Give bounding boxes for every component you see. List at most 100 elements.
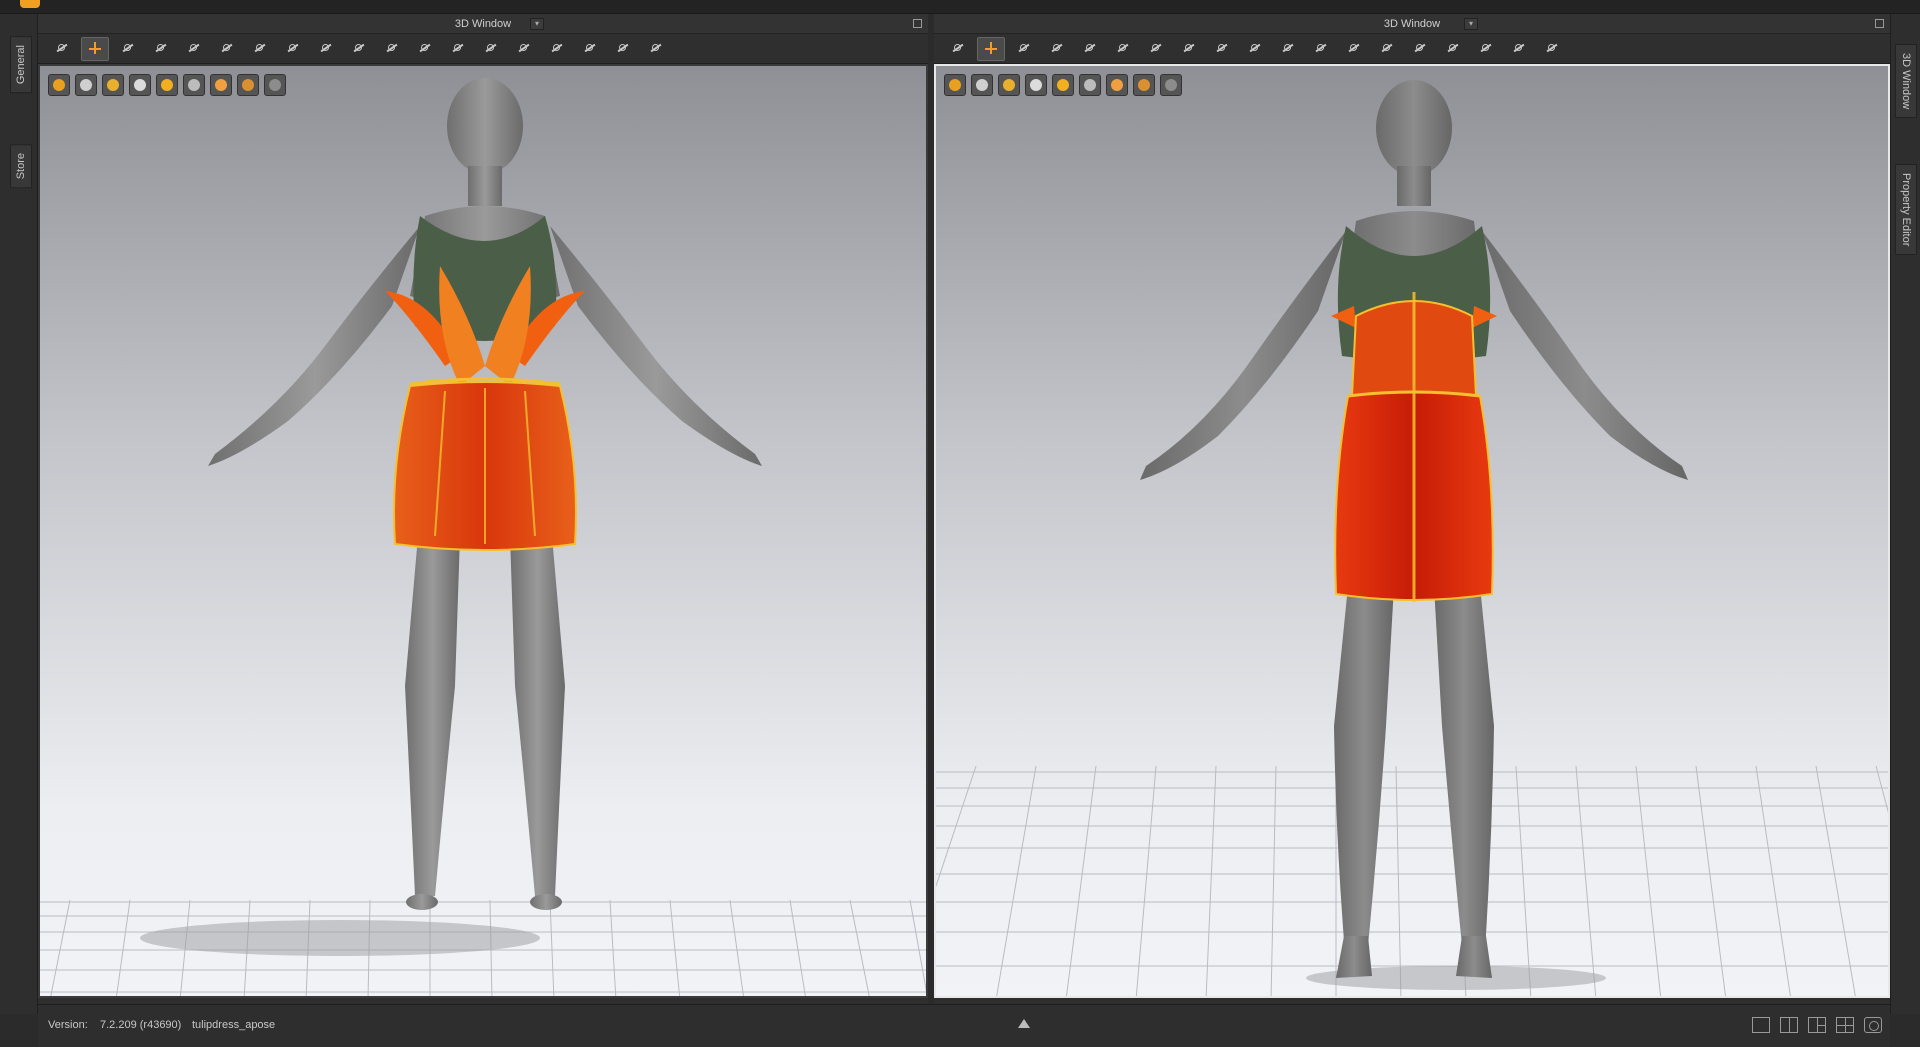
zipper-icon[interactable] <box>1373 37 1401 61</box>
puckering-icon[interactable] <box>1307 37 1335 61</box>
undock-icon[interactable] <box>913 19 922 28</box>
tool-glyph <box>351 42 367 56</box>
right-tab-rail: 3D Window Property Editor <box>1890 14 1920 1014</box>
tab-store[interactable]: Store <box>10 144 32 189</box>
arrangement-icon[interactable] <box>246 37 274 61</box>
tool-glyph <box>1478 42 1494 56</box>
viewport-title-bar: 3D Window ▾ <box>38 14 928 34</box>
move-icon[interactable] <box>977 36 1005 61</box>
tool-glyph <box>186 42 202 56</box>
tab-3d-window[interactable]: 3D Window <box>1895 44 1917 119</box>
3d-canvas[interactable] <box>38 64 928 998</box>
measure-icon[interactable] <box>609 37 637 61</box>
tool-glyph <box>1148 42 1164 56</box>
floor-shadow <box>140 920 540 956</box>
tool-glyph <box>1082 42 1098 56</box>
scene-front <box>40 78 926 996</box>
move-icon[interactable] <box>81 36 109 61</box>
tool-glyph <box>950 42 966 56</box>
version-value: 7.2.209 (r43690) <box>100 1019 182 1031</box>
chevron-down-icon[interactable]: ▾ <box>1464 18 1478 30</box>
tool-glyph <box>1511 42 1527 56</box>
arrangement-icon[interactable] <box>1142 37 1170 61</box>
layout-switcher <box>1752 1017 1882 1033</box>
viewport-title: 3D Window <box>1383 18 1441 30</box>
settings-view-icon[interactable] <box>1864 1017 1882 1033</box>
transform-pattern-icon[interactable] <box>1010 37 1038 61</box>
viewport-title: 3D Window <box>454 18 512 30</box>
3d-canvas[interactable] <box>934 64 1890 998</box>
floor-grid <box>936 765 1888 996</box>
tab-general[interactable]: General <box>10 36 32 94</box>
button-icon[interactable] <box>444 37 472 61</box>
chevron-down-icon[interactable]: ▾ <box>530 18 544 30</box>
split-icon[interactable] <box>576 37 604 61</box>
tool-glyph <box>252 42 268 56</box>
elastic-icon[interactable] <box>1406 37 1434 61</box>
tool-glyph <box>219 42 235 56</box>
tack-icon[interactable] <box>279 37 307 61</box>
tool-glyph <box>153 42 169 56</box>
puckering-icon[interactable] <box>411 37 439 61</box>
zipper-icon[interactable] <box>477 37 505 61</box>
viewport-front: 3D Window ▾ <box>38 14 928 1004</box>
pose-icon[interactable] <box>1538 37 1566 61</box>
tool-glyph <box>417 42 433 56</box>
viewport-back: 3D Window ▾ <box>934 14 1890 1004</box>
viewport-title-bar: 3D Window ▾ <box>934 14 1890 34</box>
strap-icon[interactable] <box>1274 37 1302 61</box>
triple-view-icon[interactable] <box>1808 1017 1826 1033</box>
select-icon[interactable] <box>48 37 76 61</box>
tool-glyph <box>1346 42 1362 56</box>
grid-icon[interactable] <box>1241 37 1269 61</box>
tool-glyph <box>549 42 565 56</box>
shrink-icon[interactable] <box>543 37 571 61</box>
tool-glyph <box>384 42 400 56</box>
transform-outfit-icon[interactable] <box>1043 37 1071 61</box>
tool-glyph <box>582 42 598 56</box>
select-icon[interactable] <box>944 37 972 61</box>
single-view-icon[interactable] <box>1752 1017 1770 1033</box>
status-bar: Version: 7.2.209 (r43690) tulipdress_apo… <box>38 1004 1890 1047</box>
tack-icon[interactable] <box>1175 37 1203 61</box>
tool-glyph <box>983 41 999 56</box>
fold-arrangement-icon[interactable] <box>1109 37 1137 61</box>
strap-icon[interactable] <box>378 37 406 61</box>
scene-back <box>936 80 1888 996</box>
left-tab-rail: General Store <box>0 14 38 1014</box>
fold-arrangement-icon[interactable] <box>213 37 241 61</box>
tool-glyph <box>1016 42 1032 56</box>
undock-icon[interactable] <box>1875 19 1884 28</box>
transform-pattern-icon[interactable] <box>114 37 142 61</box>
shrink-icon[interactable] <box>1439 37 1467 61</box>
title-strip <box>0 0 1920 14</box>
tool-glyph <box>285 42 301 56</box>
tool-glyph <box>318 42 334 56</box>
tool-glyph <box>1412 42 1428 56</box>
tool-glyph <box>1049 42 1065 56</box>
tool-glyph <box>450 42 466 56</box>
scene-name: tulipdress_apose <box>192 1019 276 1031</box>
tool-glyph <box>1313 42 1329 56</box>
button-icon[interactable] <box>1340 37 1368 61</box>
quad-view-icon[interactable] <box>1836 1017 1854 1033</box>
tool-glyph <box>1544 42 1560 56</box>
pin-icon[interactable] <box>1208 37 1236 61</box>
pin-icon[interactable] <box>312 37 340 61</box>
tool-glyph <box>1379 42 1395 56</box>
edit-curvature-icon[interactable] <box>180 37 208 61</box>
split-icon[interactable] <box>1472 37 1500 61</box>
tool-glyph <box>1247 42 1263 56</box>
grid-icon[interactable] <box>345 37 373 61</box>
tool-glyph <box>1445 42 1461 56</box>
measure-icon[interactable] <box>1505 37 1533 61</box>
expand-panel-icon[interactable] <box>1018 1019 1030 1028</box>
edit-curvature-icon[interactable] <box>1076 37 1104 61</box>
tool-glyph <box>1214 42 1230 56</box>
elastic-icon[interactable] <box>510 37 538 61</box>
transform-outfit-icon[interactable] <box>147 37 175 61</box>
tab-property-editor[interactable]: Property Editor <box>1895 164 1917 256</box>
dual-view-icon[interactable] <box>1780 1017 1798 1033</box>
pose-icon[interactable] <box>642 37 670 61</box>
tool-glyph <box>1181 42 1197 56</box>
